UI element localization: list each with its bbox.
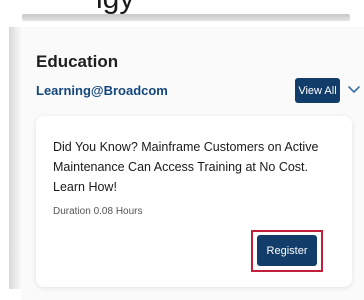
course-title: Did You Know? Mainframe Customers on Act…	[53, 140, 319, 194]
section-title: Education	[36, 52, 119, 71]
view-all-button[interactable]: View All	[295, 78, 340, 103]
top-divider-bar	[22, 14, 350, 21]
course-card: Did You Know? Mainframe Customers on Act…	[36, 116, 352, 287]
education-panel: Education Learning@Broadcom View All Did…	[21, 27, 364, 300]
register-button[interactable]: Register	[257, 235, 317, 266]
chevron-down-icon[interactable]	[347, 82, 361, 96]
panel-shadow	[9, 27, 21, 289]
provider-link[interactable]: Learning@Broadcom	[36, 83, 168, 98]
course-duration: Duration 0.08 Hours	[53, 206, 143, 217]
